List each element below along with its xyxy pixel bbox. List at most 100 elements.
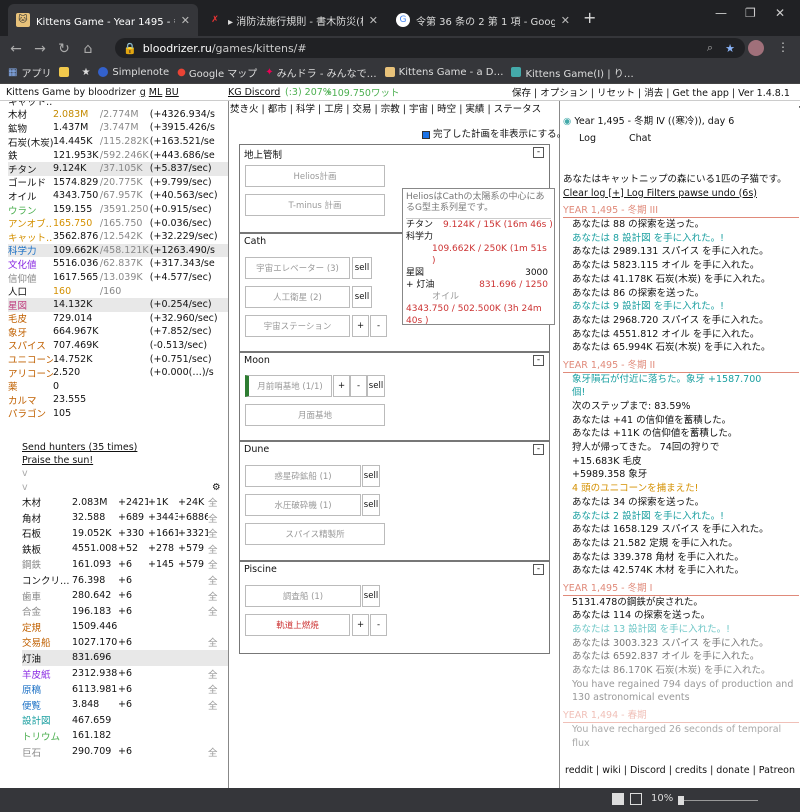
- craft-craft-amount-c[interactable]: +579: [178, 543, 208, 554]
- zoom-search-icon[interactable]: ⌕: [707, 41, 713, 55]
- craft-craft-amount-a[interactable]: +689: [118, 512, 148, 523]
- zoom-slider-handle[interactable]: [678, 796, 684, 805]
- address-bar[interactable]: 🔒 bloodrizer.ru/games/kittens/# ⌕ ★: [115, 38, 745, 58]
- tab-chat[interactable]: Chat: [629, 133, 651, 144]
- home-icon[interactable]: ⌂: [76, 41, 100, 57]
- reload-icon[interactable]: ↻: [52, 41, 76, 57]
- moon-base-button[interactable]: 月面基地: [245, 404, 385, 426]
- reader-icon[interactable]: [612, 793, 624, 805]
- sell-button[interactable]: sell: [362, 465, 380, 487]
- bookmark-apps[interactable]: ▦ アプリ: [8, 65, 51, 80]
- craft-craft-amount-d[interactable]: 全: [208, 542, 222, 556]
- bookmark-folder[interactable]: [59, 67, 73, 77]
- layout-icon[interactable]: [630, 793, 642, 805]
- craft-craft-amount-c[interactable]: +24K: [178, 497, 208, 508]
- close-window-icon[interactable]: ✕: [775, 6, 785, 20]
- hydraulic-fracturer-button[interactable]: 水圧破砕機 (1): [245, 494, 361, 516]
- craft-craft-amount-a[interactable]: +6: [118, 590, 148, 601]
- collapse-button[interactable]: -: [533, 444, 544, 455]
- research-vessel-button[interactable]: 調査船 (1): [245, 585, 361, 607]
- sell-button[interactable]: sell: [352, 286, 372, 308]
- bookmark-star-icon[interactable]: ★: [725, 42, 735, 55]
- collapse-button[interactable]: -: [533, 355, 544, 366]
- minus-button[interactable]: -: [370, 315, 387, 337]
- sell-button[interactable]: sell: [367, 375, 385, 397]
- helios-project-button[interactable]: Helios計画: [245, 165, 385, 187]
- log-controls[interactable]: Clear log [+] Log Filters pawse undo (6s…: [563, 187, 799, 201]
- craft-craft-amount-a[interactable]: +2421: [118, 497, 148, 508]
- game-menu-links[interactable]: 保存 | オプション | リセット | 消去 | Get the app | V…: [512, 85, 790, 99]
- planet-cracker-button[interactable]: 惑星砕鉱船 (1): [245, 465, 361, 487]
- minimize-icon[interactable]: —: [715, 6, 727, 20]
- send-hunters-link[interactable]: Send hunters (35 times): [22, 442, 228, 455]
- plus-button[interactable]: +: [352, 315, 369, 337]
- browser-tab-fire-law[interactable]: ✗ ▸ 消防法施行規則 - 書木防災(株) ✕: [200, 4, 386, 36]
- back-icon[interactable]: ←: [4, 41, 28, 57]
- craft-craft-amount-d[interactable]: 全: [208, 604, 222, 618]
- sell-button[interactable]: sell: [362, 494, 380, 516]
- craft-craft-amount-a[interactable]: +6: [118, 559, 148, 570]
- craft-craft-amount-d[interactable]: 全: [208, 698, 222, 712]
- bookmark-simplenote[interactable]: Simplenote: [98, 67, 169, 78]
- browser-tab-kittens[interactable]: 🐱 Kittens Game - Year 1495 - 冬期 ✕: [8, 4, 198, 36]
- collapse-button[interactable]: -: [533, 564, 544, 575]
- craft-craft-amount-d[interactable]: 全: [208, 511, 222, 525]
- bookmark-kittens-wiki[interactable]: Kittens Game(I) | り…: [511, 65, 634, 80]
- craft-craft-amount-b[interactable]: +278: [148, 543, 178, 554]
- craft-craft-amount-b[interactable]: +145: [148, 559, 178, 570]
- craft-craft-amount-c[interactable]: +6886: [178, 512, 208, 523]
- zoom-slider[interactable]: [678, 800, 758, 801]
- maximize-icon[interactable]: ❐: [745, 6, 756, 20]
- craft-craft-amount-a[interactable]: +6: [118, 606, 148, 617]
- game-tabs[interactable]: 焚き火 | 都市 | 科学 | 工房 | 交易 | 宗教 | 宇宙 | 時空 |…: [229, 101, 559, 115]
- craft-craft-amount-c[interactable]: +579: [178, 559, 208, 570]
- bookmark-star[interactable]: ★: [81, 67, 90, 78]
- plus-button[interactable]: +: [333, 375, 350, 397]
- menu-kebab-icon[interactable]: ⋮: [777, 40, 789, 54]
- sell-button[interactable]: sell: [352, 257, 372, 279]
- craft-craft-amount-a[interactable]: +6: [118, 637, 148, 648]
- space-station-button[interactable]: 宇宙ステーション: [245, 315, 350, 337]
- craft-craft-amount-b[interactable]: +1K: [148, 497, 178, 508]
- link-bu[interactable]: BU: [165, 87, 178, 98]
- craft-craft-amount-c[interactable]: +3321: [178, 528, 208, 539]
- craft-craft-amount-d[interactable]: 全: [208, 682, 222, 696]
- browser-tab-google[interactable]: G 令第 36 条の 2 第 1 項 - Google 検索 ✕: [388, 4, 578, 36]
- kg-discord-link[interactable]: KG Discord: [228, 87, 280, 98]
- link-g[interactable]: g: [140, 87, 146, 98]
- link-ml[interactable]: ML: [149, 87, 163, 98]
- profile-avatar[interactable]: [748, 40, 764, 56]
- craft-craft-amount-a[interactable]: +6: [118, 699, 148, 710]
- new-tab-button[interactable]: +: [583, 8, 596, 27]
- craft-craft-amount-a[interactable]: +52: [118, 543, 148, 554]
- bookmark-google-maps[interactable]: ● Google マップ: [177, 65, 257, 80]
- collapse-button[interactable]: -: [533, 147, 544, 158]
- craft-craft-amount-a[interactable]: +6: [118, 746, 148, 757]
- sell-button[interactable]: sell: [362, 585, 380, 607]
- craft-craft-amount-a[interactable]: +6: [118, 684, 148, 695]
- close-tab-icon[interactable]: ✕: [181, 14, 190, 27]
- checkbox[interactable]: [422, 130, 430, 139]
- craft-craft-amount-d[interactable]: 全: [208, 495, 222, 509]
- minus-button[interactable]: -: [370, 614, 387, 636]
- plus-button[interactable]: +: [352, 614, 369, 636]
- praise-sun-link[interactable]: Praise the sun!: [22, 455, 228, 468]
- expand-toggle-icon[interactable]: v: [22, 482, 28, 493]
- gear-icon[interactable]: ⚙: [212, 482, 221, 493]
- craft-craft-amount-d[interactable]: 全: [208, 745, 222, 759]
- craft-craft-amount-d[interactable]: 全: [208, 557, 222, 571]
- minus-button[interactable]: -: [350, 375, 367, 397]
- footer-links[interactable]: reddit | wiki | Discord | credits | dona…: [565, 765, 795, 776]
- craft-craft-amount-a[interactable]: +6: [118, 575, 148, 586]
- expand-toggle-icon[interactable]: v: [22, 468, 228, 482]
- forward-icon[interactable]: →: [28, 41, 52, 57]
- satellite-button[interactable]: 人工衛星 (2): [245, 286, 350, 308]
- close-tab-icon[interactable]: ✕: [561, 14, 570, 27]
- close-tab-icon[interactable]: ✕: [369, 14, 378, 27]
- craft-craft-amount-a[interactable]: +330: [118, 528, 148, 539]
- space-elevator-button[interactable]: 宇宙エレベーター (3): [245, 257, 350, 279]
- bookmark-kittens-game[interactable]: Kittens Game - a D…: [384, 67, 503, 78]
- craft-craft-amount-b[interactable]: +3443: [148, 512, 178, 523]
- tab-log[interactable]: Log: [579, 133, 596, 144]
- spice-refinery-button[interactable]: スパイス精製所: [245, 523, 385, 545]
